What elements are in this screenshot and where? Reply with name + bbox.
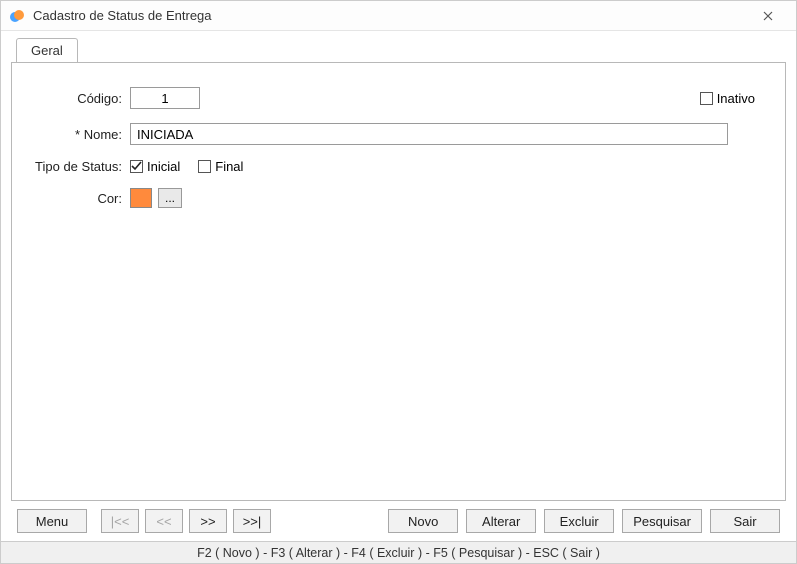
tab-panel-geral: Código: Inativo * Nome: Tipo de Status: … [11, 62, 786, 501]
app-icon [9, 8, 25, 24]
checkbox-box-icon [130, 160, 143, 173]
nome-input[interactable] [130, 123, 728, 145]
tab-geral[interactable]: Geral [16, 38, 78, 63]
inativo-label: Inativo [717, 91, 755, 106]
inicial-label: Inicial [147, 159, 180, 174]
status-strip: F2 ( Novo ) - F3 ( Alterar ) - F4 ( Excl… [1, 541, 796, 563]
tipo-status-label: Tipo de Status: [22, 159, 130, 174]
inicial-checkbox[interactable]: Inicial [130, 159, 180, 174]
window-title: Cadastro de Status de Entrega [33, 8, 748, 23]
color-picker-button[interactable]: ... [158, 188, 182, 208]
cor-label: Cor: [22, 191, 130, 206]
nav-last-button[interactable]: >>| [233, 509, 271, 533]
final-checkbox[interactable]: Final [198, 159, 243, 174]
menu-button[interactable]: Menu [17, 509, 87, 533]
nav-first-button[interactable]: |<< [101, 509, 139, 533]
nome-label: * Nome: [22, 127, 130, 142]
tabs: Geral [16, 38, 786, 62]
color-swatch[interactable] [130, 188, 152, 208]
final-label: Final [215, 159, 243, 174]
nav-prev-button[interactable]: << [145, 509, 183, 533]
codigo-label: Código: [22, 91, 130, 106]
client-area: Geral Código: Inativo * Nome: Tipo de St… [1, 31, 796, 541]
novo-button[interactable]: Novo [388, 509, 458, 533]
nav-group: |<< << >> >>| [101, 509, 271, 533]
nav-next-button[interactable]: >> [189, 509, 227, 533]
checkbox-box-icon [198, 160, 211, 173]
alterar-button[interactable]: Alterar [466, 509, 536, 533]
inativo-checkbox[interactable]: Inativo [700, 91, 755, 106]
checkbox-box-icon [700, 92, 713, 105]
pesquisar-button[interactable]: Pesquisar [622, 509, 702, 533]
sair-button[interactable]: Sair [710, 509, 780, 533]
bottom-toolbar: Menu |<< << >> >>| Novo Alterar Excluir … [11, 501, 786, 541]
codigo-input[interactable] [130, 87, 200, 109]
close-button[interactable] [748, 1, 788, 31]
excluir-button[interactable]: Excluir [544, 509, 614, 533]
title-bar: Cadastro de Status de Entrega [1, 1, 796, 31]
